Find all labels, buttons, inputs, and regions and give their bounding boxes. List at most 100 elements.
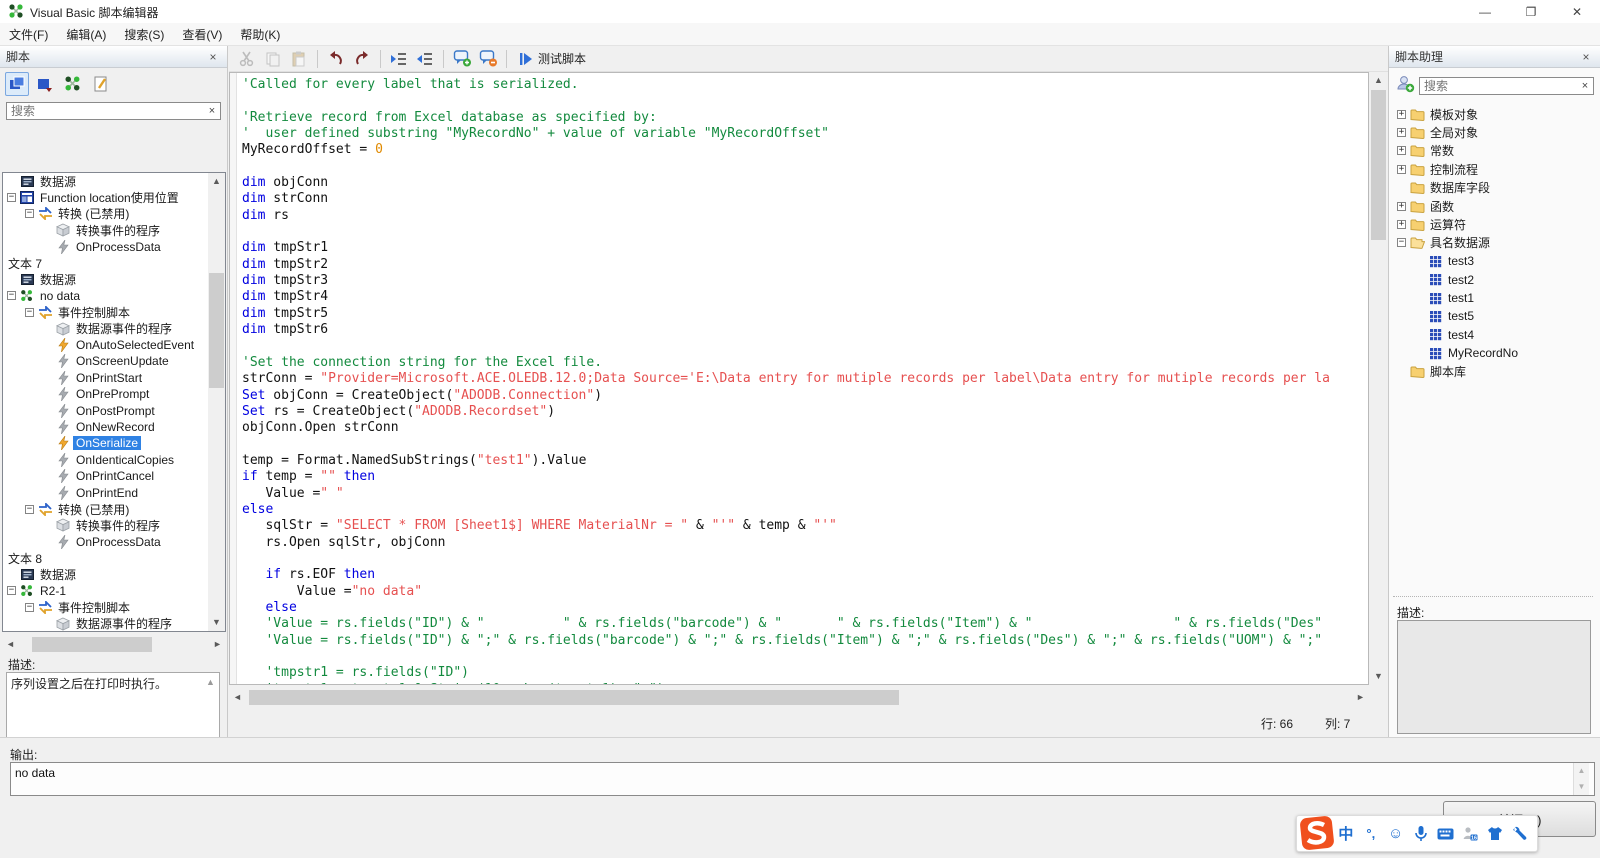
assistant-tree-item-控制流程[interactable]: +控制流程 <box>1393 160 1600 178</box>
sogou-logo[interactable] <box>1299 813 1335 851</box>
script-tree-item-OnPostPrompt[interactable]: OnPostPrompt <box>3 402 208 418</box>
script-tree-item-no-data[interactable]: −no data <box>3 288 208 304</box>
punctuation-icon[interactable]: °, <box>1362 826 1380 841</box>
assistant-search-input[interactable] <box>1419 77 1594 95</box>
scroll-right-icon[interactable]: ► <box>1352 689 1369 706</box>
script-tree-item-文本-8[interactable]: 文本 8 <box>3 550 208 566</box>
output-box[interactable]: no data <box>10 762 1595 796</box>
script-tree-item-OnPrintEnd[interactable]: OnPrintEnd <box>3 484 208 500</box>
expand-icon[interactable]: + <box>1397 220 1406 229</box>
menu-item-1[interactable]: 编辑(A) <box>57 23 115 46</box>
scroll-right-icon[interactable]: ► <box>209 636 226 653</box>
expand-icon[interactable]: + <box>1397 146 1406 155</box>
scroll-down-icon[interactable]: ▼ <box>1574 779 1589 795</box>
script-tree-item-OnNewRecord[interactable]: OnNewRecord <box>3 419 208 435</box>
chinese-mode-icon[interactable]: 中 <box>1337 823 1355 844</box>
microphone-icon[interactable] <box>1412 825 1430 842</box>
redo-icon[interactable] <box>350 48 374 70</box>
assistant-tree-item-test3[interactable]: test3 <box>1393 252 1600 270</box>
comment-add-icon[interactable] <box>450 48 474 70</box>
script-tree-item-数据源[interactable]: 数据源 <box>3 173 208 189</box>
layer-insert-icon[interactable] <box>33 72 57 96</box>
assistant-tree-item-模板对象[interactable]: +模板对象 <box>1393 105 1600 123</box>
indent-icon[interactable] <box>387 48 411 70</box>
editor-vscrollbar[interactable]: ▲ ▼ <box>1370 72 1387 685</box>
collapse-icon[interactable]: − <box>7 291 16 300</box>
soft-keyboard-icon[interactable] <box>1437 828 1455 840</box>
close-window-button[interactable]: ✕ <box>1554 0 1600 23</box>
edit-doc-icon[interactable] <box>89 72 113 96</box>
assistant-tree-item-test4[interactable]: test4 <box>1393 326 1600 344</box>
script-tree-item-事件控制脚本[interactable]: −事件控制脚本 <box>3 304 208 320</box>
script-tree-item-数据源[interactable]: 数据源 <box>3 271 208 287</box>
outdent-icon[interactable] <box>413 48 437 70</box>
assistant-search-clear-icon[interactable]: × <box>1578 79 1592 93</box>
assistant-tree-item-常数[interactable]: +常数 <box>1393 142 1600 160</box>
script-tree-item-数据源事件的程序[interactable]: 数据源事件的程序 <box>3 616 208 631</box>
menu-item-4[interactable]: 帮助(K) <box>231 23 289 46</box>
comment-remove-icon[interactable] <box>476 48 500 70</box>
script-tree-item-数据源事件的程序[interactable]: 数据源事件的程序 <box>3 321 208 337</box>
menu-item-3[interactable]: 查看(V) <box>173 23 231 46</box>
skin-icon[interactable] <box>1486 826 1504 841</box>
script-tree-item-OnProcessData[interactable]: OnProcessData <box>3 239 208 255</box>
script-tree-item-事件控制脚本[interactable]: −事件控制脚本 <box>3 599 208 615</box>
assistant-tree-item-全局对象[interactable]: +全局对象 <box>1393 123 1600 141</box>
layers-icon[interactable] <box>5 72 29 96</box>
script-tree-item-转换事件的程序[interactable]: 转换事件的程序 <box>3 517 208 533</box>
output-scrollbar[interactable]: ▲ ▼ <box>1573 763 1589 795</box>
toolbox-icon[interactable] <box>1511 826 1529 842</box>
collapse-icon[interactable]: − <box>25 505 34 514</box>
script-tree-item-转换事件的程序[interactable]: 转换事件的程序 <box>3 222 208 238</box>
script-tree-item-文本-7[interactable]: 文本 7 <box>3 255 208 271</box>
scroll-up-icon[interactable]: ▲ <box>208 173 225 190</box>
code-editor[interactable]: 'Called for every label that is serializ… <box>229 72 1369 685</box>
collapse-icon[interactable]: − <box>25 603 34 612</box>
collapse-icon[interactable]: − <box>7 193 16 202</box>
expand-icon[interactable]: + <box>1397 110 1406 119</box>
collapse-icon[interactable]: − <box>7 586 16 595</box>
assistant-tree-item-具名数据源[interactable]: −具名数据源 <box>1393 234 1600 252</box>
collapse-icon[interactable]: − <box>1397 238 1406 247</box>
assistant-tree-item-数据库字段[interactable]: 数据库字段 <box>1393 179 1600 197</box>
script-tree-item-转换-(已禁用)[interactable]: −转换 (已禁用) <box>3 501 208 517</box>
script-tree-item-R2-1[interactable]: −R2-1 <box>3 583 208 599</box>
skin-16-icon[interactable]: 16 <box>1461 826 1479 842</box>
collapse-icon[interactable]: − <box>25 209 34 218</box>
script-tree-item-OnPrintStart[interactable]: OnPrintStart <box>3 370 208 386</box>
script-tree-item-数据源[interactable]: 数据源 <box>3 566 208 582</box>
scroll-up-icon[interactable]: ▲ <box>204 677 217 687</box>
script-panel-close-icon[interactable]: × <box>205 50 221 64</box>
script-tree-hscrollbar[interactable]: ◄ ► <box>2 636 226 654</box>
script-tree-vscrollbar[interactable]: ▲ ▼ <box>208 173 225 631</box>
collapse-icon[interactable]: − <box>25 308 34 317</box>
assistant-tree-item-函数[interactable]: +函数 <box>1393 197 1600 215</box>
script-tree-item-OnScreenUpdate[interactable]: OnScreenUpdate <box>3 353 208 369</box>
scroll-left-icon[interactable]: ◄ <box>229 689 246 706</box>
scroll-down-icon[interactable]: ▼ <box>208 614 225 631</box>
assistant-tree-item-test2[interactable]: test2 <box>1393 271 1600 289</box>
scroll-down-icon[interactable]: ▼ <box>1370 668 1387 685</box>
restore-button[interactable]: ❐ <box>1508 0 1554 23</box>
script-tree-item-OnIdenticalCopies[interactable]: OnIdenticalCopies <box>3 452 208 468</box>
script-tree-item-Function-location使用位置[interactable]: −Function location使用位置 <box>3 189 208 205</box>
script-tree-item-OnPrePrompt[interactable]: OnPrePrompt <box>3 386 208 402</box>
assistant-panel-close-icon[interactable]: × <box>1578 50 1594 64</box>
assistant-tree-item-test1[interactable]: test1 <box>1393 289 1600 307</box>
minimize-button[interactable]: — <box>1462 0 1508 23</box>
undo-icon[interactable] <box>324 48 348 70</box>
assistant-tree-item-运算符[interactable]: +运算符 <box>1393 215 1600 233</box>
expand-icon[interactable]: + <box>1397 202 1406 211</box>
assistant-tree-item-脚本库[interactable]: 脚本库 <box>1393 362 1600 380</box>
cut-icon[interactable] <box>235 48 259 70</box>
assistant-tree-item-MyRecordNo[interactable]: MyRecordNo <box>1393 344 1600 362</box>
script-tree-item-OnProcessData[interactable]: OnProcessData <box>3 534 208 550</box>
scroll-left-icon[interactable]: ◄ <box>2 636 19 653</box>
editor-hscrollbar[interactable]: ◄ ► <box>229 689 1369 706</box>
assistant-tree-item-test5[interactable]: test5 <box>1393 307 1600 325</box>
menu-item-2[interactable]: 搜索(S) <box>115 23 173 46</box>
insert-script-icon[interactable] <box>1395 74 1415 97</box>
copy-icon[interactable] <box>261 48 285 70</box>
scroll-up-icon[interactable]: ▲ <box>1574 763 1589 779</box>
script-search-input[interactable] <box>6 102 221 120</box>
